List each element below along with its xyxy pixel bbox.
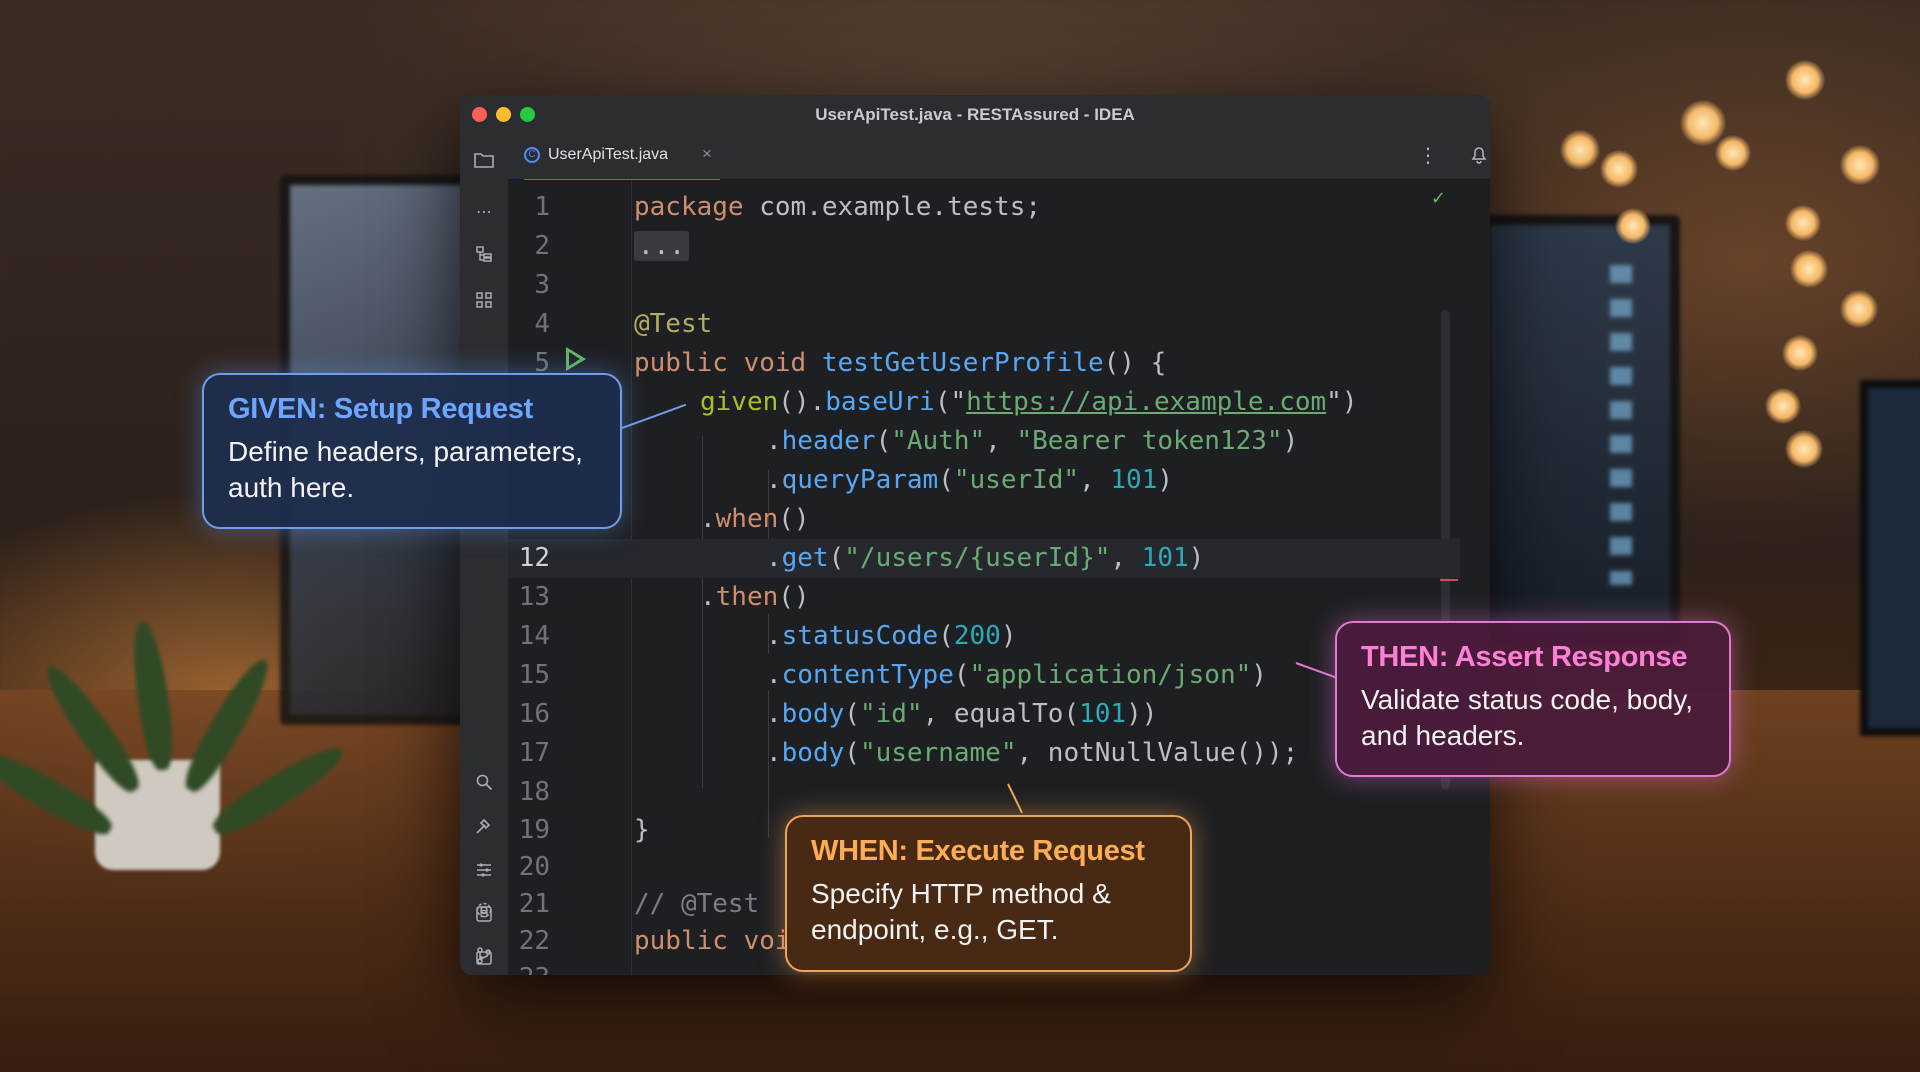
run-gutter-icon[interactable] bbox=[566, 347, 586, 371]
callout-body: Define headers, parameters, auth here. bbox=[228, 436, 583, 503]
bokeh-light bbox=[1840, 145, 1880, 185]
when-callout: WHEN: Execute Request Specify HTTP metho… bbox=[785, 815, 1192, 972]
tab-userapitest[interactable]: C UserApiTest.java × bbox=[524, 133, 720, 182]
code-line: 1 package com.example.tests; bbox=[508, 188, 1460, 227]
line-number: 16 bbox=[518, 699, 550, 729]
callout-body: Validate status code, body, and headers. bbox=[1361, 684, 1694, 751]
code-line: .queryParam("userId", 101) bbox=[508, 461, 1460, 500]
line-number: 12 bbox=[518, 543, 550, 573]
line-number: 14 bbox=[518, 621, 550, 651]
line-number: 23 bbox=[508, 959, 550, 975]
bokeh-light bbox=[1785, 60, 1825, 100]
folded-imports[interactable]: ... bbox=[634, 231, 689, 261]
title-bar: UserApiTest.java - RESTAssured - IDEA bbox=[460, 95, 1490, 134]
line-number: 17 bbox=[518, 738, 550, 768]
line-content: public void testGetUserProfile() { bbox=[634, 348, 1167, 378]
bokeh-light bbox=[1785, 430, 1823, 468]
bokeh-light bbox=[1615, 208, 1651, 244]
code-line: 4 @Test bbox=[508, 305, 1460, 344]
code-line: 18 bbox=[508, 773, 1460, 812]
line-content: } bbox=[634, 815, 650, 845]
tab-label: UserApiTest.java bbox=[548, 146, 669, 163]
gear-icon[interactable] bbox=[474, 901, 494, 921]
callout-title: WHEN: Execute Request bbox=[811, 835, 1145, 867]
code-line: 14 .statusCode(200) bbox=[508, 617, 1460, 656]
code-line: 5 public void testGetUserProfile() { bbox=[508, 344, 1460, 383]
code-line: 17 .body("username", notNullValue()); bbox=[508, 734, 1460, 773]
line-content: .queryParam("userId", 101) bbox=[766, 465, 1174, 495]
bokeh-light bbox=[1715, 135, 1751, 171]
line-content: .contentType("application/json") bbox=[766, 660, 1267, 690]
background-monitor-right bbox=[1480, 215, 1680, 645]
services-icon[interactable] bbox=[474, 861, 494, 881]
callout-title: GIVEN: Setup Request bbox=[228, 393, 533, 425]
line-content: package com.example.tests; bbox=[634, 192, 1041, 222]
code-line: 16 .body("id", equalTo(101)) bbox=[508, 695, 1460, 734]
line-number: 22 bbox=[518, 926, 550, 956]
line-number: 18 bbox=[518, 777, 550, 807]
editor-tab-bar: C UserApiTest.java × ⋮ bbox=[508, 133, 1490, 182]
line-content: .when() bbox=[700, 504, 810, 534]
line-content: .then() bbox=[700, 582, 810, 612]
bokeh-light bbox=[1782, 335, 1818, 371]
more-icon[interactable]: ⋯ bbox=[474, 203, 494, 223]
bokeh-light bbox=[1840, 290, 1878, 328]
line-content: ... bbox=[634, 227, 689, 266]
line-content: .header("Auth", "Bearer token123") bbox=[766, 426, 1299, 456]
line-number: 3 bbox=[534, 270, 550, 300]
line-content: @Test bbox=[634, 309, 713, 339]
callout-title: THEN: Assert Response bbox=[1361, 641, 1688, 673]
background-monitor-far bbox=[1860, 380, 1920, 736]
active-code-line: 12 .get("/users/{userId}", 101) bbox=[508, 539, 1460, 578]
line-content: .body("id", equalTo(101)) bbox=[766, 699, 1158, 729]
code-line: 13 .then() bbox=[508, 578, 1460, 617]
line-content: .get("/users/{userId}", 101) bbox=[766, 543, 1205, 573]
components-icon[interactable] bbox=[474, 291, 494, 311]
line-number: 1 bbox=[534, 192, 550, 222]
kebab-menu-icon[interactable]: ⋮ bbox=[1418, 143, 1438, 168]
line-number: 19 bbox=[518, 815, 550, 845]
hammer-icon[interactable] bbox=[474, 817, 494, 837]
code-line: .when() bbox=[508, 500, 1460, 539]
line-number: 4 bbox=[534, 309, 550, 339]
line-number: 21 bbox=[518, 889, 550, 919]
bokeh-light bbox=[1600, 150, 1638, 188]
bokeh-light bbox=[1680, 100, 1726, 146]
url-link[interactable]: https://api.example.com bbox=[966, 387, 1326, 417]
code-line: 3 bbox=[508, 266, 1460, 305]
line-content: given().baseUri("https://api.example.com… bbox=[700, 387, 1358, 417]
git-branch-icon[interactable] bbox=[474, 946, 494, 966]
structure-icon[interactable] bbox=[474, 245, 494, 265]
line-number: 2 bbox=[534, 231, 550, 261]
search-icon[interactable] bbox=[474, 773, 494, 793]
line-content: public voi bbox=[634, 926, 791, 956]
window-title: UserApiTest.java - RESTAssured - IDEA bbox=[815, 105, 1135, 124]
line-number: 13 bbox=[518, 582, 550, 612]
line-number: 15 bbox=[518, 660, 550, 690]
line-content: // @Test bbox=[634, 889, 760, 919]
callout-body: Specify HTTP method & endpoint, e.g., GE… bbox=[811, 878, 1111, 945]
folder-icon[interactable] bbox=[474, 151, 494, 171]
tool-window-strip: ⋯ bbox=[460, 133, 509, 975]
line-content: .body("username", notNullValue()); bbox=[766, 738, 1299, 768]
bokeh-light bbox=[1785, 205, 1821, 241]
bell-icon[interactable] bbox=[1470, 144, 1488, 169]
line-content: .statusCode(200) bbox=[766, 621, 1017, 651]
code-line: 2 ... bbox=[508, 227, 1460, 266]
java-class-icon: C bbox=[524, 147, 540, 163]
line-number: 20 bbox=[518, 852, 550, 882]
bokeh-light bbox=[1790, 250, 1828, 288]
then-callout: THEN: Assert Response Validate status co… bbox=[1335, 621, 1731, 777]
bokeh-light bbox=[1560, 130, 1600, 170]
bokeh-light bbox=[1765, 388, 1801, 424]
code-line: 15 .contentType("application/json") bbox=[508, 656, 1460, 695]
given-callout: GIVEN: Setup Request Define headers, par… bbox=[202, 373, 622, 529]
code-line: .header("Auth", "Bearer token123") bbox=[508, 422, 1460, 461]
close-tab-button[interactable]: × bbox=[702, 144, 712, 164]
